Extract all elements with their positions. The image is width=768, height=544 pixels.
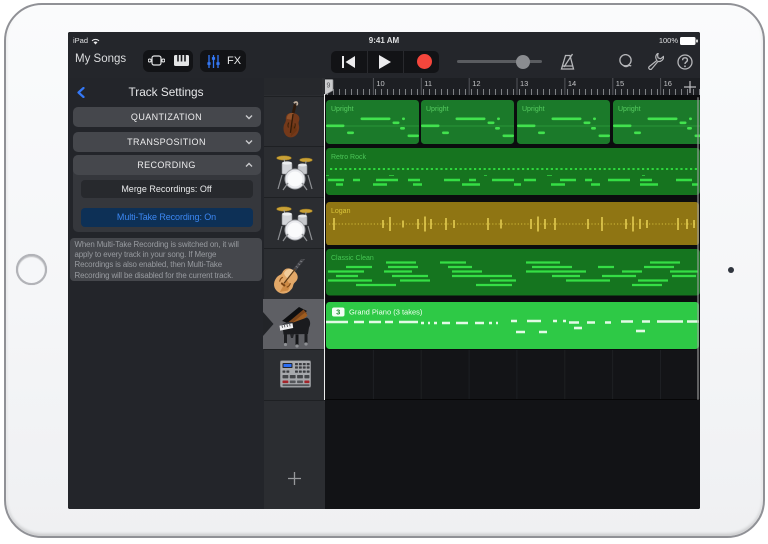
svg-text:9: 9 xyxy=(327,83,331,90)
svg-text:Classic Clean: Classic Clean xyxy=(331,255,374,262)
svg-text:Retro Rock: Retro Rock xyxy=(331,154,367,161)
svg-text:12: 12 xyxy=(472,79,480,88)
svg-text:Logan: Logan xyxy=(331,208,351,215)
svg-text:Grand Piano (3 takes): Grand Piano (3 takes) xyxy=(349,307,423,316)
svg-text:11: 11 xyxy=(424,79,432,88)
svg-text:16: 16 xyxy=(664,79,672,88)
svg-text:10: 10 xyxy=(376,79,384,88)
svg-text:13: 13 xyxy=(520,79,528,88)
svg-text:3: 3 xyxy=(336,307,340,316)
svg-text:15: 15 xyxy=(616,79,624,88)
svg-text:14: 14 xyxy=(568,79,576,88)
